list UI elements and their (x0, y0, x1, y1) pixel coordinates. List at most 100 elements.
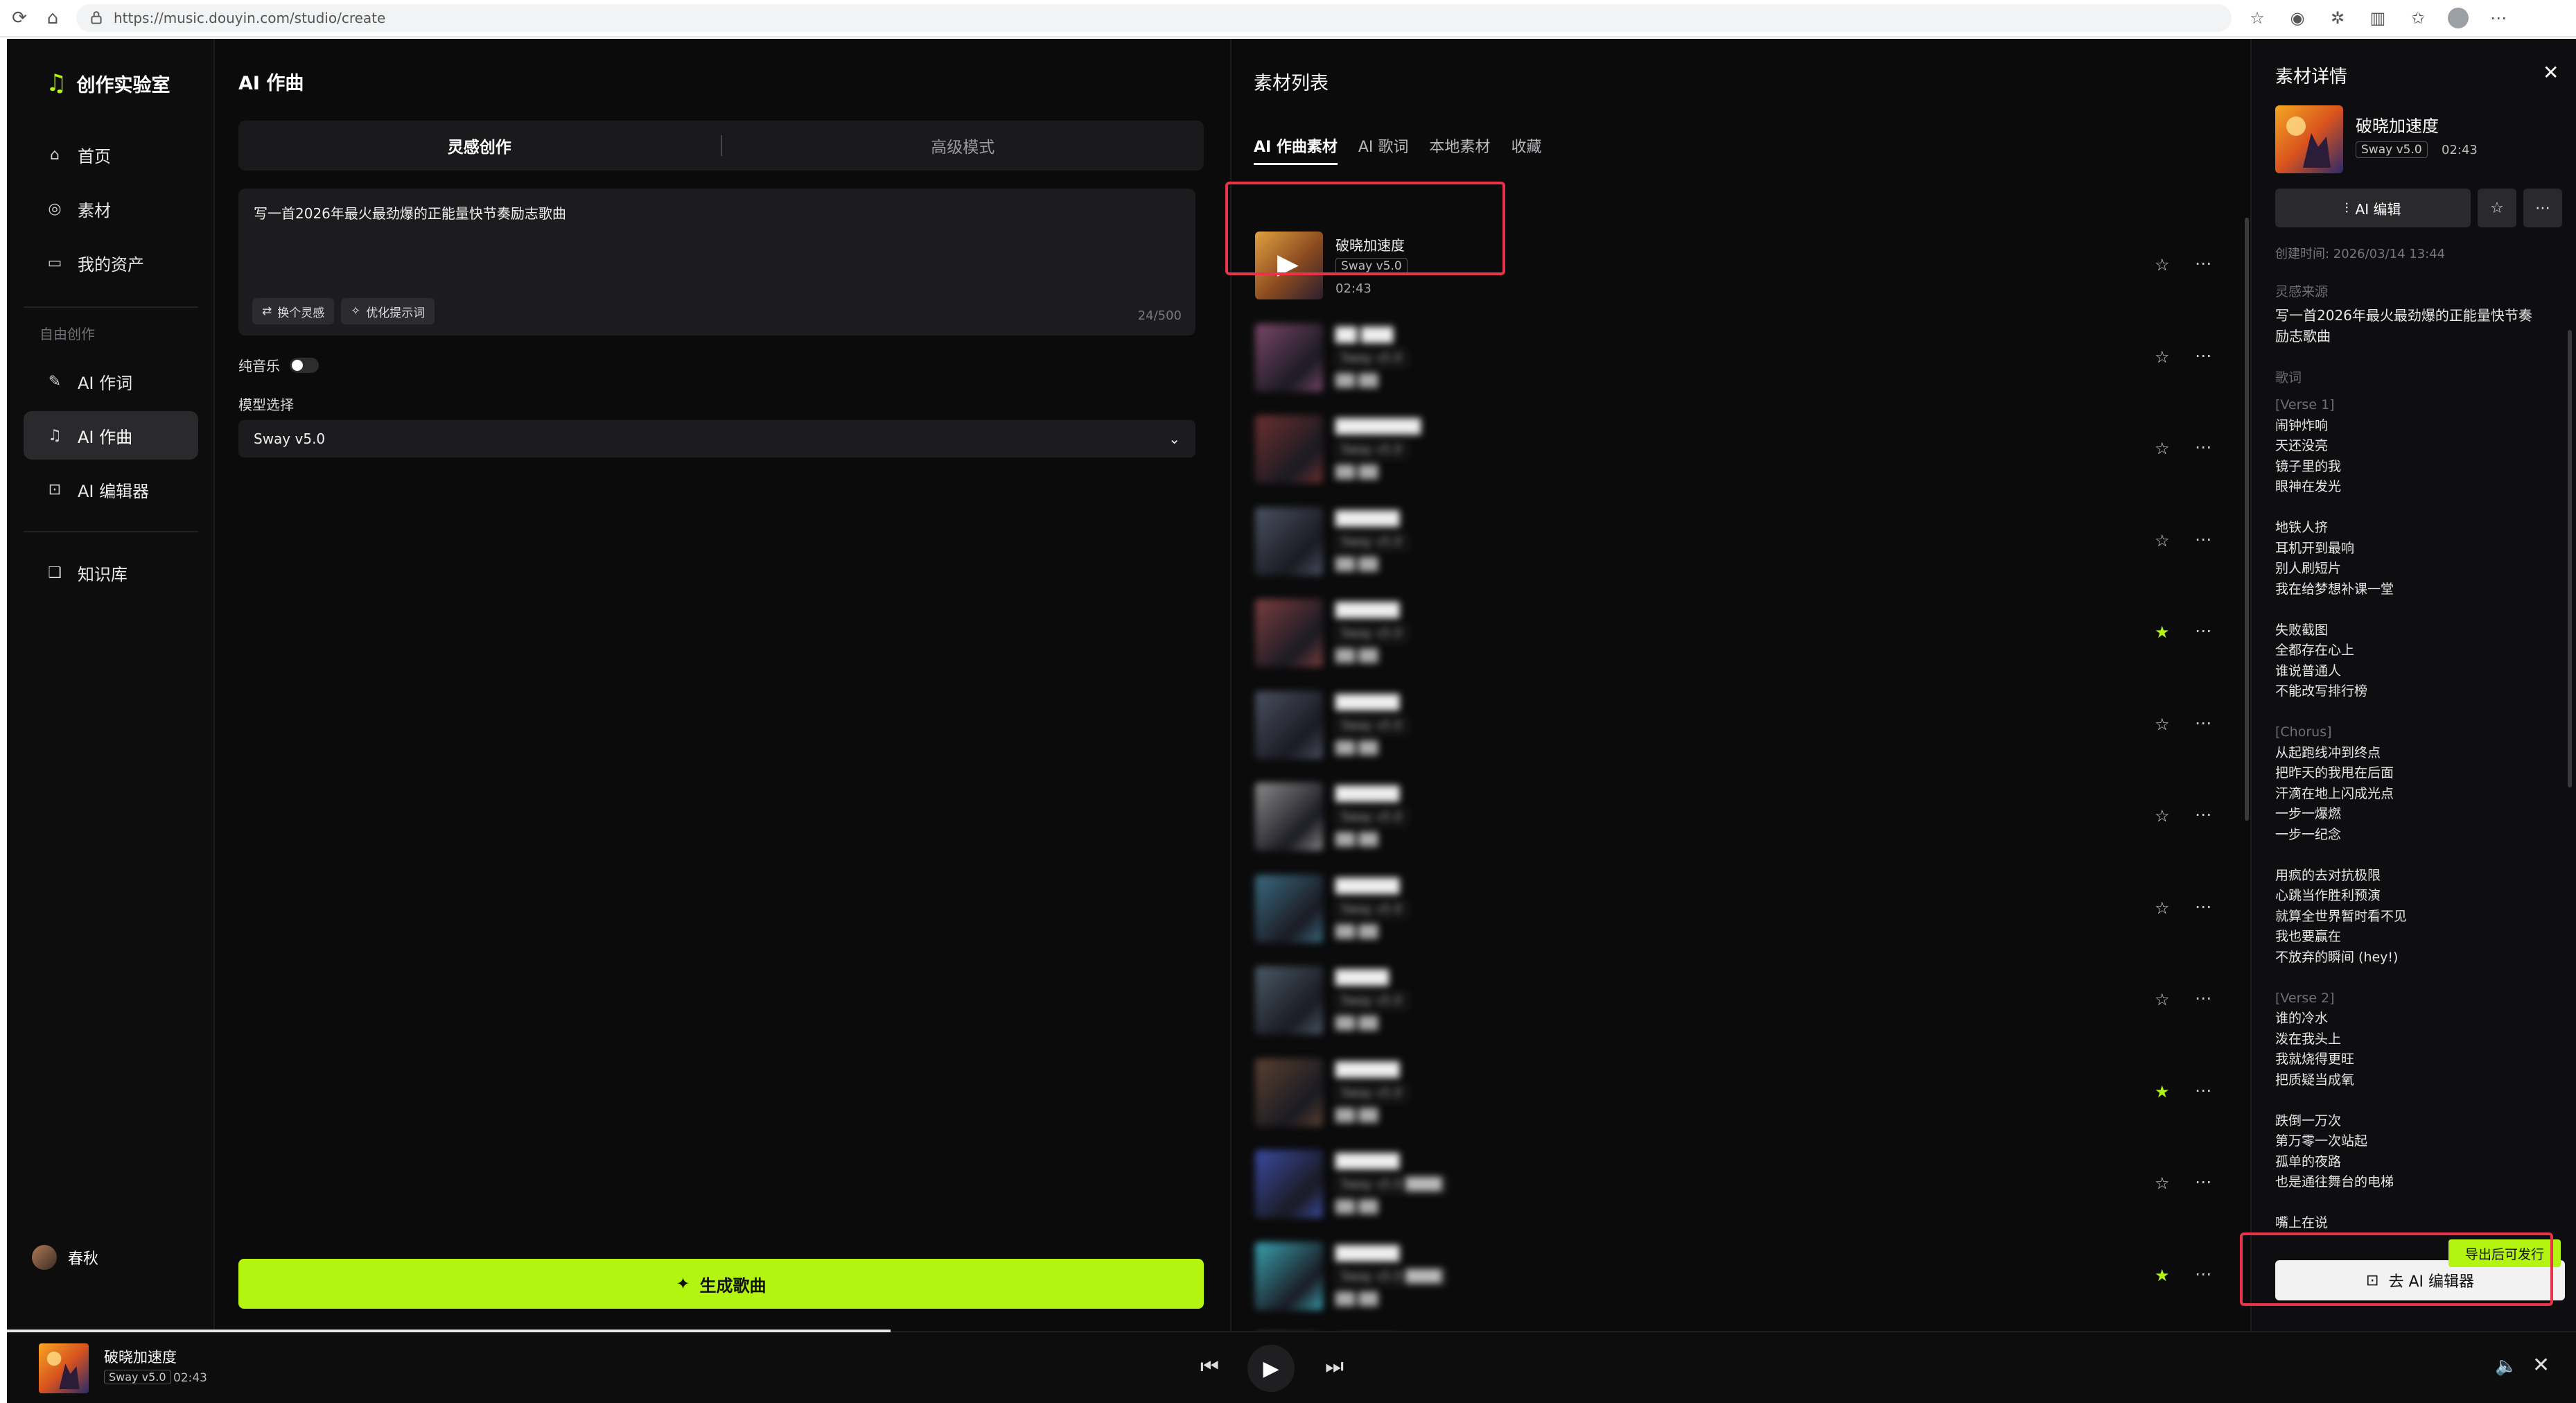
track-cover[interactable] (1255, 507, 1323, 575)
star-icon[interactable]: ☆ (2155, 255, 2170, 274)
tab-ai-lyrics[interactable]: AI 歌词 (1358, 134, 1409, 157)
progress-bar[interactable] (7, 1330, 891, 1332)
user-profile[interactable]: 春秋 (32, 1245, 98, 1270)
track-cover[interactable] (1255, 783, 1323, 851)
track-cover[interactable] (1255, 1241, 1323, 1310)
bookmark-star-icon[interactable]: ☆ (2247, 8, 2268, 28)
star-icon[interactable]: ☆ (2155, 715, 2170, 734)
track-row[interactable]: ██████ Sway v5.0 ██:██ ★ ⋯ (1254, 588, 2212, 679)
chip-label: 换个灵感 (277, 306, 325, 320)
track-cover[interactable] (1255, 874, 1323, 943)
sidebar-item-ai-lyrics[interactable]: ✎ AI 作词 (24, 357, 198, 406)
address-bar[interactable]: https://music.douyin.com/studio/create (76, 4, 2232, 32)
extension-icon[interactable]: ◉ (2287, 8, 2308, 28)
next-icon[interactable]: ⏭ (1325, 1354, 1344, 1379)
track-cover[interactable] (1255, 690, 1323, 759)
track-cover[interactable] (1255, 599, 1323, 667)
puzzle-icon[interactable]: ✲ (2327, 8, 2348, 28)
favorite-button[interactable]: ☆ (2478, 189, 2516, 227)
tab-advanced[interactable]: 高级模式 (722, 134, 1204, 157)
instrumental-toggle[interactable] (290, 357, 319, 373)
swap-inspiration-button[interactable]: ⇄ 换个灵感 (252, 298, 335, 324)
more-icon[interactable]: ⋯ (2195, 621, 2212, 640)
track-row[interactable]: ██ ███ Sway v5.0 ██:██ ☆ ⋯ (1254, 313, 2212, 404)
more-icon[interactable]: ⋯ (2195, 437, 2212, 457)
magic-wand-icon: ✧ (351, 304, 361, 318)
tab-favorites[interactable]: 收藏 (1511, 134, 1541, 157)
more-icon[interactable]: ⋯ (2195, 713, 2212, 733)
star-icon[interactable]: ☆ (2155, 990, 2170, 1009)
model-badge: Sway v5.0 (1335, 625, 1408, 642)
split-screen-icon[interactable]: ▥ (2367, 8, 2388, 28)
scrollbar[interactable] (2245, 218, 2249, 821)
star-icon[interactable]: ☆ (2155, 531, 2170, 550)
track-row[interactable]: ████████ Sway v5.0 ██:██ ☆ ⋯ (1254, 404, 2212, 496)
sidebar-item-knowledge[interactable]: ❑ 知识库 (24, 548, 198, 597)
track-row[interactable]: ██████ Sway v5.0 ██:██ ☆ ⋯ (1254, 772, 2212, 863)
sidebar-item-materials[interactable]: ◎ 素材 (24, 184, 198, 233)
more-icon[interactable]: ⋯ (2195, 346, 2212, 365)
previous-icon[interactable]: ⏮ (1200, 1354, 1219, 1379)
star-icon[interactable]: ☆ (2155, 1174, 2170, 1193)
close-icon[interactable]: ✕ (2543, 61, 2559, 84)
volume-icon[interactable]: 🔈 (2495, 1356, 2517, 1377)
home-icon: ⌂ (50, 146, 60, 164)
favorites-icon[interactable]: ✩ (2408, 8, 2428, 28)
lyric-line: 我在给梦想补课一堂 (2275, 581, 2394, 597)
star-icon[interactable]: ★ (2155, 1266, 2170, 1285)
profile-icon[interactable] (2448, 8, 2469, 28)
star-icon[interactable]: ☆ (2155, 898, 2170, 918)
lyric-line: 别人刷短片 (2275, 561, 2342, 576)
star-icon[interactable]: ☆ (2155, 806, 2170, 826)
scrollbar[interactable] (2568, 330, 2572, 787)
sidebar-item-ai-compose[interactable]: ♫ AI 作曲 (24, 411, 198, 460)
track-cover[interactable] (1255, 415, 1323, 483)
track-cover[interactable] (1255, 966, 1323, 1034)
play-icon: ▶ (1263, 1356, 1279, 1381)
sidebar-item-ai-editor[interactable]: ⊡ AI 编辑器 (24, 465, 198, 514)
refresh-icon[interactable]: ⟳ (6, 4, 33, 32)
more-icon[interactable]: ⋯ (2195, 254, 2212, 273)
track-cover[interactable] (1255, 1150, 1323, 1218)
track-row[interactable]: ██████ Sway v5.0 ████ ██:██ ★ ⋯ (1254, 1231, 2212, 1323)
more-icon[interactable]: ⋯ (2195, 1081, 2212, 1100)
track-cover[interactable] (1255, 323, 1323, 392)
star-icon[interactable]: ☆ (2155, 347, 2170, 367)
play-button[interactable]: ▶ (1247, 1345, 1295, 1392)
sidebar-item-label: 知识库 (78, 564, 128, 584)
star-icon[interactable]: ☆ (2155, 439, 2170, 458)
track-row[interactable]: ██████ Sway v5.0 ██:██ ☆ ⋯ (1254, 864, 2212, 955)
ai-edit-button[interactable]: ⫶ AI 编辑 (2275, 189, 2471, 227)
more-button[interactable]: ⋯ (2523, 189, 2562, 227)
more-icon[interactable]: ⋯ (2195, 530, 2212, 549)
track-row[interactable]: ██████ Sway v5.0 ██:██ ☆ ⋯ (1254, 680, 2212, 772)
track-row[interactable]: █████ Sway v5.0 ██:██ ☆ ⋯ (1254, 955, 2212, 1047)
track-row[interactable]: ██████Sway v5.0 · 音乐改编☆⋯ (1254, 1323, 2210, 1331)
prompt-input[interactable]: 写一首2026年最火最劲爆的正能量快节奏励志歌曲 ⇄ 换个灵感 ✧ 优化提示词 … (238, 189, 1195, 336)
more-icon[interactable]: ⋯ (2195, 805, 2212, 824)
more-icon[interactable]: ⋯ (2195, 988, 2212, 1008)
model-select[interactable]: Sway v5.0 ⌄ (238, 420, 1195, 458)
sidebar-item-assets[interactable]: ▭ 我的资产 (24, 238, 198, 287)
close-icon[interactable]: ✕ (2532, 1353, 2550, 1377)
more-icon[interactable]: ⋯ (2195, 1172, 2212, 1192)
track-cover[interactable] (1255, 1058, 1323, 1126)
optimize-prompt-button[interactable]: ✧ 优化提示词 (341, 298, 435, 324)
more-icon[interactable]: ⋯ (2195, 897, 2212, 916)
tab-inspiration[interactable]: 灵感创作 (238, 134, 721, 157)
site-info-icon[interactable] (89, 10, 104, 26)
star-icon[interactable]: ★ (2155, 622, 2170, 642)
more-icon[interactable]: ⋯ (2488, 8, 2509, 28)
generate-button[interactable]: ✦ 生成歌曲 (238, 1259, 1204, 1309)
tab-local[interactable]: 本地素材 (1429, 134, 1490, 157)
track-row[interactable]: ██████ Sway v5.0 ██:██ ★ ⋯ (1254, 1047, 2212, 1139)
tab-ai-compose[interactable]: AI 作曲素材 (1254, 134, 1338, 165)
sidebar-item-home[interactable]: ⌂ 首页 (24, 130, 198, 179)
more-icon[interactable]: ⋯ (2195, 1264, 2212, 1284)
brand[interactable]: ♫ 创作实验室 (46, 69, 170, 97)
star-icon[interactable]: ★ (2155, 1082, 2170, 1101)
track-row[interactable]: ██████ Sway v5.0 ████ ██:██ ☆ ⋯ (1254, 1139, 2212, 1230)
highlight-box (1225, 182, 1505, 275)
track-row[interactable]: ██████ Sway v5.0 ██:██ ☆ ⋯ (1254, 496, 2212, 588)
home-icon[interactable]: ⌂ (39, 4, 67, 32)
